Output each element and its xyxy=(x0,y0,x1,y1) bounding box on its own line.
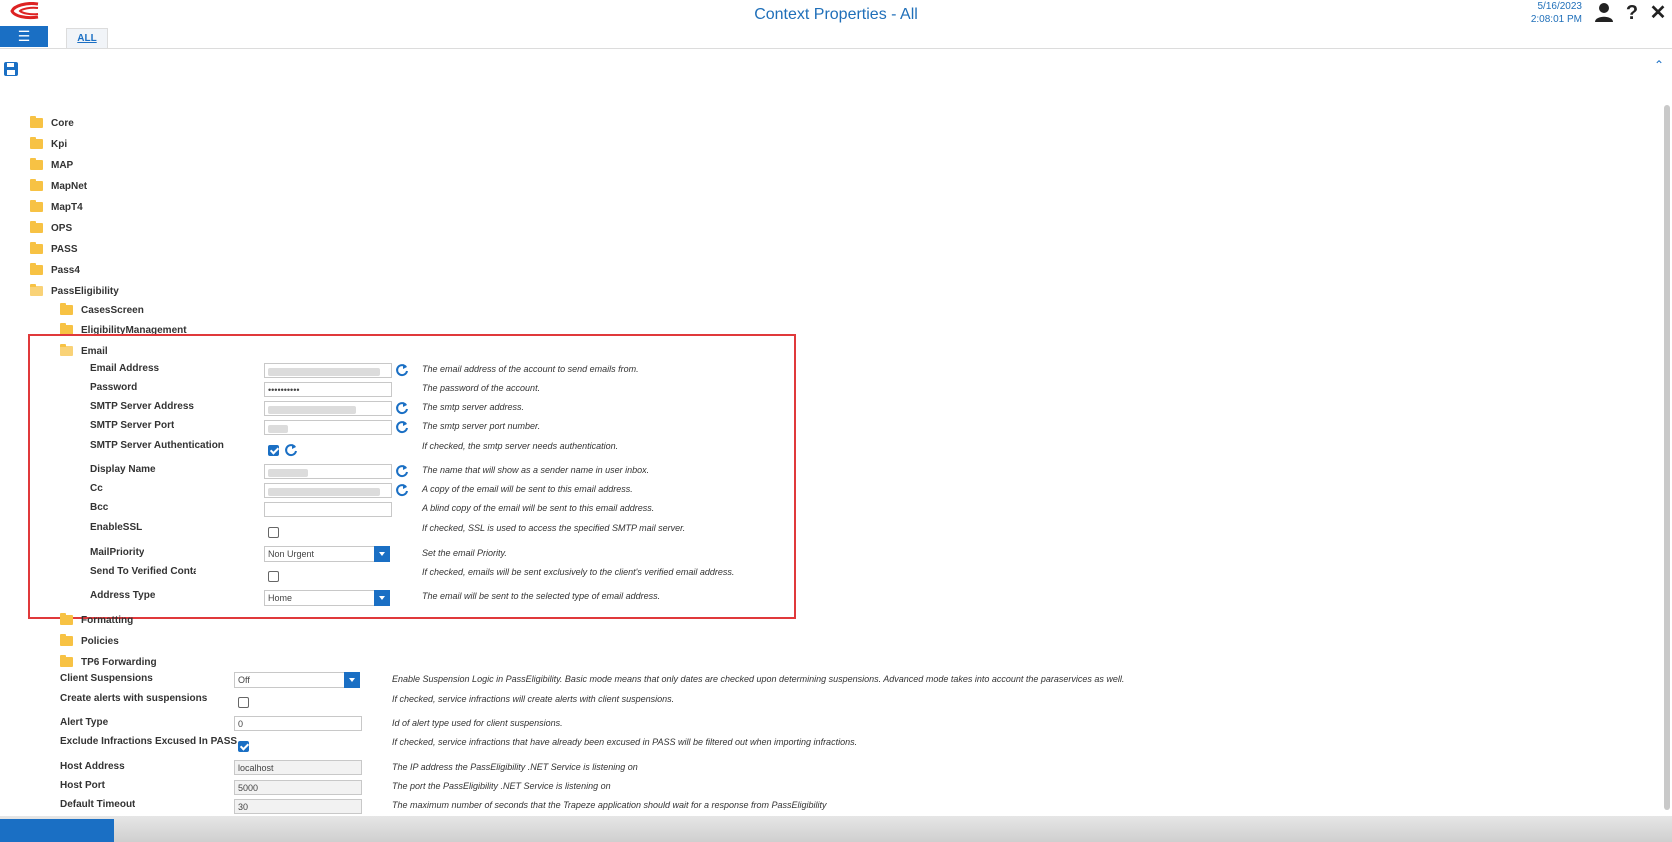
tree-label: MAP xyxy=(51,159,74,171)
host-port-desc: The port the PassEligibility .NET Servic… xyxy=(392,781,611,791)
tree-label: Formatting xyxy=(81,614,134,626)
page-title: Context Properties - All xyxy=(754,6,918,23)
tree-label: MapT4 xyxy=(51,201,83,213)
default-timeout-desc: The maximum number of seconds that the T… xyxy=(392,800,827,810)
tree-label: PassEligibility xyxy=(51,285,119,297)
tree-item-casesscreen[interactable]: CasesScreen xyxy=(60,302,144,318)
tree-item-formatting[interactable]: Formatting xyxy=(60,612,133,628)
folder-icon xyxy=(60,634,73,646)
folder-icon xyxy=(30,137,43,149)
time-text: 2:08:01 PM xyxy=(1530,14,1582,25)
alert-type-desc: Id of alert type used for client suspens… xyxy=(392,718,563,728)
client-suspensions-desc: Enable Suspension Logic in PassEligibili… xyxy=(392,674,1125,684)
folder-icon xyxy=(30,263,43,275)
folder-icon xyxy=(30,200,43,212)
footer-bar xyxy=(0,816,1672,842)
tree-label: Policies xyxy=(81,635,119,647)
user-icon[interactable] xyxy=(1594,2,1614,24)
tree-item-kpi[interactable]: Kpi xyxy=(30,136,67,152)
client-suspensions-label: Client Suspensions xyxy=(60,673,153,684)
tree-label: MapNet xyxy=(51,180,88,192)
highlight-box xyxy=(28,334,796,619)
tree-item-pass[interactable]: PASS xyxy=(30,241,78,257)
alert-type-label: Alert Type xyxy=(60,717,109,728)
footer-block xyxy=(0,819,114,842)
tree-label: OPS xyxy=(51,222,73,234)
tree-item-mapnet[interactable]: MapNet xyxy=(30,178,87,194)
folder-icon xyxy=(30,179,43,191)
menu-button[interactable]: ☰ xyxy=(0,26,48,47)
host-port-label: Host Port xyxy=(60,780,105,791)
folder-open-icon xyxy=(30,284,43,296)
alert-type-input[interactable]: 0 xyxy=(234,716,362,731)
host-address-label: Host Address xyxy=(60,761,125,772)
host-address-input[interactable]: localhost xyxy=(234,760,362,775)
chevron-up-icon[interactable]: ⌃ xyxy=(1654,58,1664,72)
folder-icon xyxy=(30,221,43,233)
tree-label: CasesScreen xyxy=(81,304,144,316)
folder-icon xyxy=(30,242,43,254)
folder-icon xyxy=(60,303,73,315)
folder-icon xyxy=(60,613,73,625)
close-icon[interactable]: ✕ xyxy=(1648,2,1668,24)
exclude-infractions-checkbox[interactable] xyxy=(238,741,249,752)
folder-icon xyxy=(60,655,73,667)
exclude-infractions-desc: If checked, service infractions that hav… xyxy=(392,737,858,747)
create-alerts-checkbox[interactable] xyxy=(238,697,249,708)
tree-label: Core xyxy=(51,117,74,129)
tree-label: Pass4 xyxy=(51,264,80,276)
tree-item-map[interactable]: MAP xyxy=(30,157,73,173)
date-text: 5/16/2023 xyxy=(1537,1,1583,12)
datetime: 5/16/2023 2:08:01 PM xyxy=(1531,0,1582,26)
tree-item-passeligibility[interactable]: PassEligibility xyxy=(30,283,119,299)
tree-item-core[interactable]: Core xyxy=(30,115,74,131)
tree-label: PASS xyxy=(51,243,78,255)
chevron-down-icon[interactable] xyxy=(344,672,360,688)
client-suspensions-value: Off xyxy=(238,675,250,685)
tree-item-ops[interactable]: OPS xyxy=(30,220,72,236)
host-port-input[interactable]: 5000 xyxy=(234,780,362,795)
default-timeout-input[interactable]: 30 xyxy=(234,799,362,814)
default-timeout-label: Default Timeout xyxy=(60,799,136,810)
create-alerts-desc: If checked, service infractions will cre… xyxy=(392,694,675,704)
app-header: ☰ ALL Context Properties - All 5/16/2023… xyxy=(0,0,1672,49)
save-icon[interactable] xyxy=(4,62,18,76)
folder-icon xyxy=(30,116,43,128)
create-alerts-label: Create alerts with suspensions xyxy=(60,693,208,704)
tree-item-tp6-forwarding[interactable]: TP6 Forwarding xyxy=(60,654,157,670)
scrollbar[interactable] xyxy=(1664,105,1670,810)
host-address-desc: The IP address the PassEligibility .NET … xyxy=(392,762,638,772)
tab-all[interactable]: ALL xyxy=(66,28,108,48)
tree-item-policies[interactable]: Policies xyxy=(60,633,119,649)
hamburger-icon: ☰ xyxy=(17,28,31,44)
tree-item-pass4[interactable]: Pass4 xyxy=(30,262,80,278)
tree-item-mapt4[interactable]: MapT4 xyxy=(30,199,83,215)
help-icon[interactable]: ? xyxy=(1622,2,1642,24)
exclude-infractions-label: Exclude Infractions Excused In PASS xyxy=(60,736,238,747)
tree-label: TP6 Forwarding xyxy=(81,656,157,668)
client-suspensions-select[interactable]: Off xyxy=(234,672,360,688)
tree-label: Kpi xyxy=(51,138,68,150)
folder-icon xyxy=(30,158,43,170)
